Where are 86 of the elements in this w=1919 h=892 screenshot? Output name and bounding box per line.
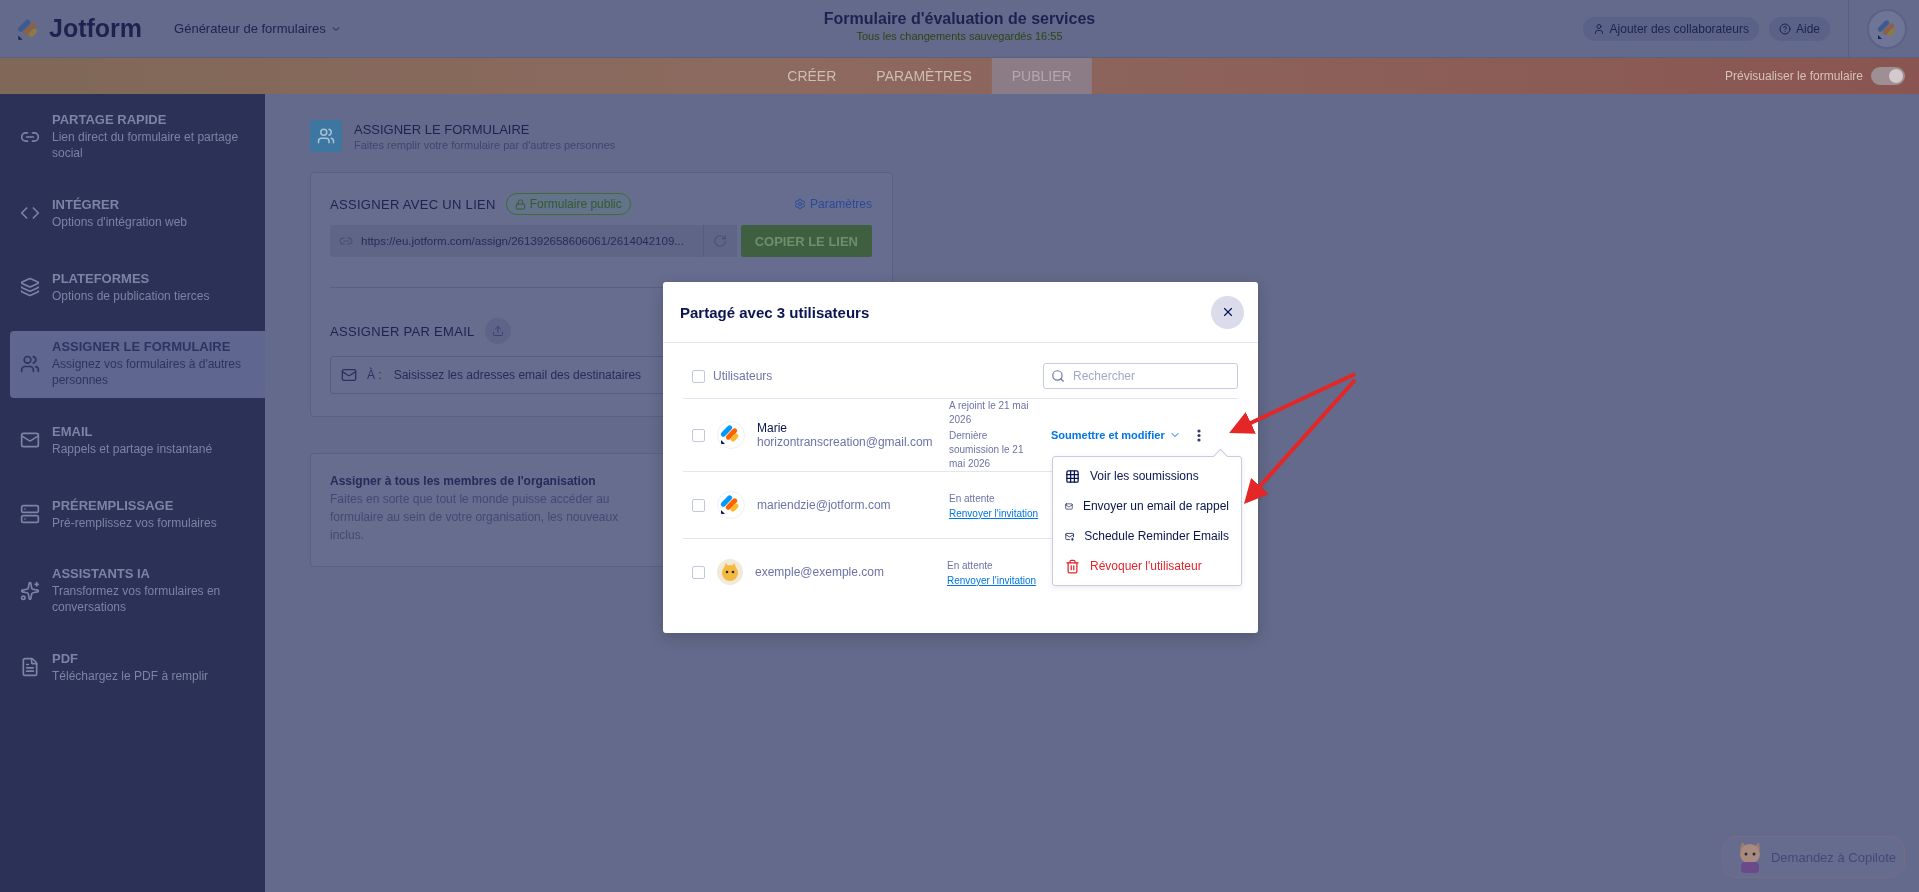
mascot-avatar (717, 559, 743, 585)
menu-item[interactable]: Envoyer un email de rappel (1053, 491, 1241, 521)
collaborators-button[interactable]: Ajouter des collaborateurs (1582, 16, 1759, 41)
sidebar-item-title: PLATEFORMES (52, 270, 151, 286)
sidebar-item-title: PARTAGE RAPIDE (52, 112, 168, 127)
sidebar-item-subtitle: Pré-remplissez vos formulaires (52, 514, 218, 531)
sidebar-item[interactable]: EMAIL Rappels et partage instantané (10, 410, 265, 472)
file-icon (20, 657, 40, 677)
nav-tab[interactable]: PARAMÈTRES (856, 58, 992, 94)
more-icon (1196, 428, 1201, 442)
users-icon (310, 120, 342, 152)
builder-menu[interactable]: Générateur de formulaires (168, 20, 348, 37)
sidebar-item-subtitle: Options d'intégration web (52, 213, 189, 230)
sidebar-item-subtitle: Rappels et partage instantané (52, 440, 214, 457)
sidebar-item-title: PRÉREMPLISSAGE (52, 497, 175, 513)
sidebar-item-title: EMAIL (52, 423, 94, 439)
mail-icon (20, 430, 40, 450)
checkbox[interactable] (692, 498, 705, 512)
section-title: ASSIGNER AVEC UN LIEN (330, 196, 496, 212)
more-button[interactable] (1196, 428, 1201, 442)
settings-icon (793, 198, 806, 210)
status-text: Dernière soumission le 21 mai 2026 (949, 429, 1025, 471)
url-field[interactable]: https://eu.jotform.com/assign/261392658606061/2614042109... (330, 225, 737, 257)
nav-tab[interactable]: CRÉER (767, 58, 857, 94)
grid-icon (1065, 468, 1080, 484)
org-title: Assigner à tous les membres de l'organisation (330, 474, 597, 488)
sidebar-item[interactable]: PLATEFORMES Options de publication tierces (10, 257, 265, 319)
user-email: mariendzie@jotform.com (757, 498, 891, 512)
search-field[interactable]: Rechercher (1043, 363, 1238, 389)
checkbox[interactable] (692, 428, 705, 442)
logo-text: Jotform (49, 14, 143, 43)
section-title: ASSIGNER PAR EMAIL (330, 323, 475, 339)
preview-label: Prévisualiser le formulaire (1724, 69, 1863, 83)
sidebar-item-title: ASSISTANTS IA (52, 566, 151, 581)
resend-link[interactable]: Renvoyer l'invitation (949, 507, 1037, 519)
form-title: Formulaire d'évaluation de services (823, 10, 1096, 28)
trash-icon (1065, 558, 1080, 574)
help-button[interactable]: Aide (1768, 16, 1830, 41)
user-icon (1592, 22, 1605, 35)
url-text: https://eu.jotform.com/assign/261392658606061/2614042109... (361, 235, 685, 247)
sidebar-item-title: INTÉGRER (52, 196, 121, 212)
layers-icon (20, 277, 40, 297)
preview-toggle[interactable] (1871, 67, 1905, 85)
stack-icon (20, 504, 40, 524)
permission-dropdown[interactable]: Soumettre et modifier (1045, 428, 1187, 442)
checkbox[interactable] (692, 369, 705, 383)
dialog-title: Partagé avec 3 utilisateurs (680, 303, 870, 321)
user-email: exemple@exemple.com (755, 565, 884, 579)
mail-icon (341, 367, 357, 383)
menu-item[interactable]: Voir les soumissions (1053, 461, 1241, 491)
user-name: Marie (757, 421, 788, 435)
close-button[interactable] (1211, 295, 1244, 329)
resend-link[interactable]: Renvoyer l'invitation (947, 574, 1035, 586)
search-icon (1051, 369, 1065, 383)
status-text: En attente (947, 558, 994, 573)
refresh-button[interactable] (702, 225, 737, 257)
to-label: À : (367, 368, 382, 382)
sidebar-item-title: PDF (52, 650, 79, 666)
sidebar-item[interactable]: ASSISTANTS IA Transformez vos formulaires en conversations (10, 558, 265, 625)
logo-avatar (717, 491, 745, 519)
sidebar-item-subtitle: Lien direct du formulaire et partage social (52, 129, 240, 161)
sidebar-item[interactable]: PDF Téléchargez le PDF à remplir (10, 637, 265, 699)
upload-button[interactable] (484, 318, 511, 344)
menu-item[interactable]: Révoquer l'utilisateur (1053, 551, 1241, 581)
logo-avatar (717, 421, 745, 449)
lock-icon (514, 198, 526, 210)
users-icon (20, 353, 40, 374)
sidebar-item[interactable]: PRÉREMPLISSAGE Pré-remplissez vos formulaires (10, 484, 265, 546)
checkbox[interactable] (692, 565, 705, 579)
sidebar-item[interactable]: PARTAGE RAPIDE Lien direct du formulaire et partage social (10, 104, 265, 171)
sidebar-item[interactable]: INTÉGRER Options d'intégration web (10, 183, 265, 245)
sidebar-item-subtitle: Options de publication tierces (52, 287, 211, 304)
page-title: ASSIGNER LE FORMULAIRE (354, 121, 531, 137)
users-label: Utilisateurs (713, 369, 773, 383)
help-icon (1778, 22, 1791, 35)
public-badge: Formulaire public (505, 193, 631, 215)
status-text: En attente (949, 491, 996, 506)
menu-item[interactable]: Schedule Reminder Emails (1053, 521, 1241, 551)
sparkles-icon (20, 580, 40, 601)
account-avatar[interactable] (1867, 8, 1907, 49)
status-text: A rejoint le 21 mai 2026 (949, 399, 1030, 427)
save-status: Tous les changements sauvegardés 16:55 (856, 30, 1063, 42)
upload-icon (491, 325, 504, 337)
sidebar-item-subtitle: Téléchargez le PDF à remplir (52, 667, 210, 684)
sidebar-item-subtitle: Transformez vos formulaires en conversations (52, 583, 222, 615)
user-email: horizontranscreation@gmail.com (757, 435, 933, 449)
